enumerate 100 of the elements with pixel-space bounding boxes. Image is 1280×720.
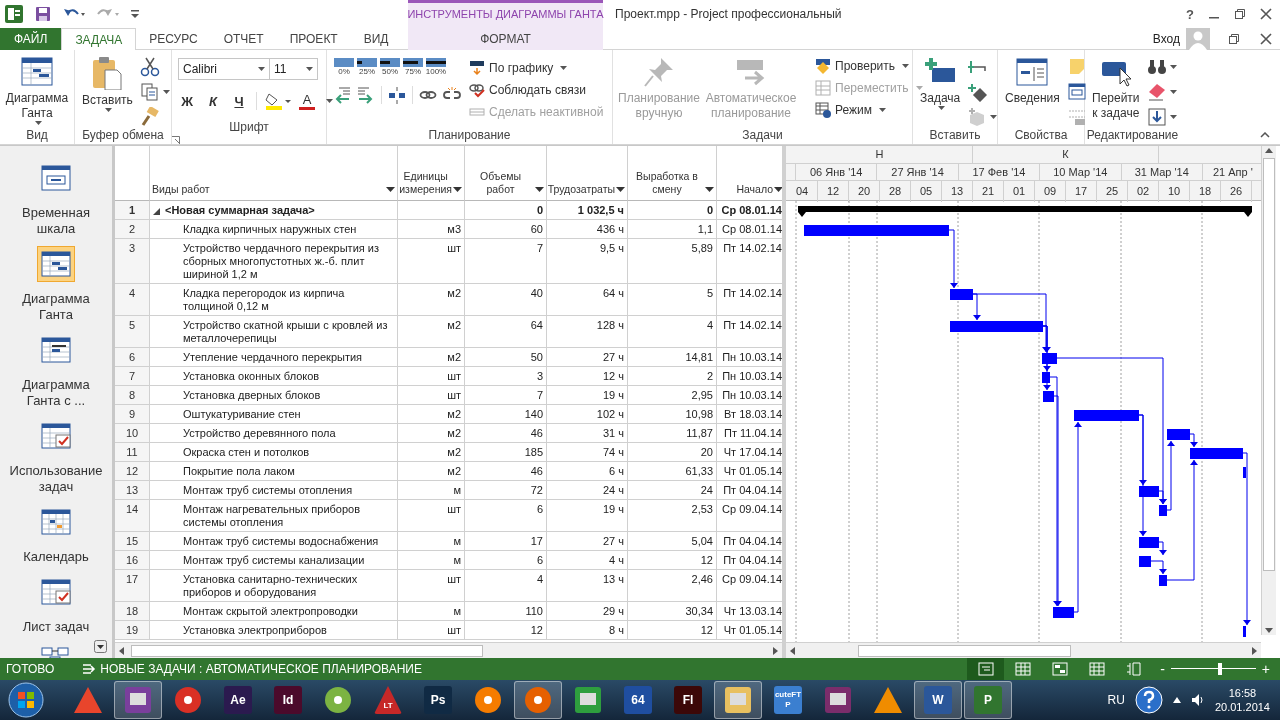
fill-down-icon[interactable] — [1146, 107, 1167, 127]
inspect-icon[interactable] — [815, 58, 831, 74]
percent-complete-button[interactable]: 0% — [333, 58, 355, 76]
filter-arrow-icon[interactable] — [616, 187, 625, 192]
cut-icon[interactable] — [139, 57, 160, 77]
taskbar-button[interactable]: Ps — [414, 681, 462, 719]
view-item[interactable]: Диаграмма Ганта — [10, 246, 102, 323]
taskbar-button[interactable]: P — [964, 681, 1012, 719]
percent-complete-button[interactable]: 75% — [402, 58, 424, 76]
help-button[interactable]: ? — [1186, 6, 1194, 22]
scroll-right-icon[interactable] — [1249, 645, 1259, 656]
ribbon-tab[interactable]: ПРОЕКТ — [276, 28, 351, 50]
taskbar-button[interactable]: Id — [264, 681, 312, 719]
taskbar-button[interactable]: W — [914, 681, 962, 719]
filter-arrow-icon[interactable] — [774, 187, 782, 192]
ribbon-tab[interactable]: ОТЧЕТ — [210, 28, 277, 50]
dialog-launcher-icon[interactable] — [172, 136, 180, 144]
outdent-icon[interactable] — [333, 86, 351, 104]
collapse-ribbon-icon[interactable] — [1260, 132, 1270, 138]
italic-button[interactable]: К — [204, 93, 222, 109]
copy-icon[interactable] — [139, 82, 160, 102]
more-views-icon[interactable] — [94, 640, 107, 653]
scroll-down-icon[interactable] — [1264, 625, 1274, 635]
speaker-icon[interactable] — [1190, 693, 1205, 707]
mode-icon[interactable] — [815, 102, 831, 118]
split-task-icon[interactable] — [388, 86, 406, 104]
font-family-field[interactable]: Calibri — [178, 58, 270, 80]
start-button-icon[interactable] — [6, 681, 46, 719]
information-button[interactable]: Сведения — [1002, 54, 1063, 108]
horizontal-scrollbar[interactable] — [115, 642, 782, 658]
gantt-chart-button[interactable]: Диаграмма Ганта — [2, 54, 72, 127]
close-icon[interactable] — [1260, 8, 1272, 20]
ribbon-tab[interactable]: ЗАДАЧА — [61, 28, 137, 51]
column-header[interactable]: Объемы работ — [465, 146, 547, 201]
view-item[interactable]: Использование задач — [10, 418, 102, 495]
filter-arrow-icon[interactable] — [535, 187, 544, 192]
view-item[interactable]: Календарь — [10, 504, 102, 565]
view-item[interactable]: Диаграмма Ганта с ... — [10, 332, 102, 409]
scroll-left-icon[interactable] — [788, 645, 798, 656]
fill-color-icon[interactable] — [265, 92, 291, 110]
go-to-task-button[interactable]: Перейти к задаче — [1089, 54, 1143, 123]
gantt-view-icon[interactable] — [967, 658, 1005, 680]
taskbar-button[interactable]: cuteFTP — [764, 681, 812, 719]
ribbon-tab[interactable]: ФАЙЛ — [0, 28, 62, 50]
restore-icon[interactable] — [1234, 8, 1246, 20]
filter-arrow-icon[interactable] — [386, 187, 395, 192]
scroll-right-icon[interactable] — [770, 645, 780, 656]
view-item[interactable]: Временная шкала — [10, 160, 102, 237]
schedule-mode-status[interactable]: НОВЫЕ ЗАДАЧИ : АВТОМАТИЧЕСКОЕ ПЛАНИРОВАНИЕ — [100, 662, 422, 676]
ribbon-tab[interactable]: ФОРМАТ — [408, 28, 603, 50]
vertical-scrollbar[interactable] — [1261, 146, 1276, 635]
schedule-mode-icon[interactable] — [82, 663, 97, 675]
horizontal-scrollbar[interactable] — [786, 642, 1261, 658]
ribbon-tab[interactable]: ВИД — [350, 28, 402, 50]
column-header[interactable]: Единицы измерения — [398, 146, 465, 201]
slider-thumb[interactable] — [1218, 663, 1223, 675]
eraser-icon[interactable] — [1146, 82, 1167, 102]
taskbar-button[interactable]: Fl — [664, 681, 712, 719]
tag-insert-icon[interactable] — [967, 82, 988, 102]
font-color-button[interactable]: А — [299, 92, 315, 110]
close-icon[interactable] — [1260, 32, 1272, 45]
underline-button[interactable]: Ч — [230, 93, 248, 109]
restore-icon[interactable] — [1228, 32, 1240, 45]
font-size-field[interactable]: 11 — [270, 58, 318, 80]
percent-complete-button[interactable]: 25% — [356, 58, 378, 76]
format-painter-icon[interactable] — [139, 107, 160, 127]
taskbar-button[interactable]: Ae — [214, 681, 262, 719]
help-icon[interactable] — [1134, 686, 1163, 714]
binoculars-icon[interactable] — [1146, 57, 1167, 77]
taskbar-button[interactable]: 64 — [614, 681, 662, 719]
filter-arrow-icon[interactable] — [705, 187, 714, 192]
percent-complete-button[interactable]: 100% — [425, 58, 447, 76]
taskbar-button[interactable] — [514, 681, 562, 719]
language-indicator[interactable]: RU — [1107, 693, 1125, 707]
link-check-icon[interactable] — [469, 82, 485, 98]
scroll-left-icon[interactable] — [117, 645, 127, 656]
command-button[interactable]: Соблюдать связи — [469, 80, 604, 100]
ribbon-tab[interactable]: РЕСУРС — [136, 28, 211, 50]
sign-in-link[interactable]: Вход — [1152, 31, 1180, 46]
command-button[interactable]: По графику — [469, 58, 604, 78]
column-header[interactable]: Трудозатраты — [547, 146, 628, 201]
project-logo-icon[interactable] — [5, 5, 23, 23]
indent-icon[interactable] — [357, 86, 375, 104]
network-diagram-icon[interactable] — [40, 644, 72, 658]
bold-button[interactable]: Ж — [178, 93, 196, 109]
paste-button[interactable]: Вставить — [79, 54, 136, 114]
taskbar-button[interactable]: LT — [364, 681, 412, 719]
percent-complete-button[interactable]: 50% — [379, 58, 401, 76]
column-header[interactable]: Выработка в смену — [628, 146, 717, 201]
show-hidden-icons-icon[interactable] — [1172, 697, 1181, 703]
filter-arrow-icon[interactable] — [453, 187, 462, 192]
save-icon[interactable] — [35, 6, 51, 22]
customize-icon[interactable] — [131, 10, 139, 18]
view-item[interactable]: Лист задач — [10, 574, 102, 635]
taskbar-button[interactable] — [114, 681, 162, 719]
zoom-out-button[interactable]: - — [1160, 661, 1165, 677]
zoom-in-button[interactable]: + — [1261, 661, 1270, 677]
column-header[interactable]: Виды работ — [150, 146, 398, 201]
schedule-bar-icon[interactable] — [469, 60, 485, 76]
details-icon[interactable] — [1066, 82, 1087, 102]
